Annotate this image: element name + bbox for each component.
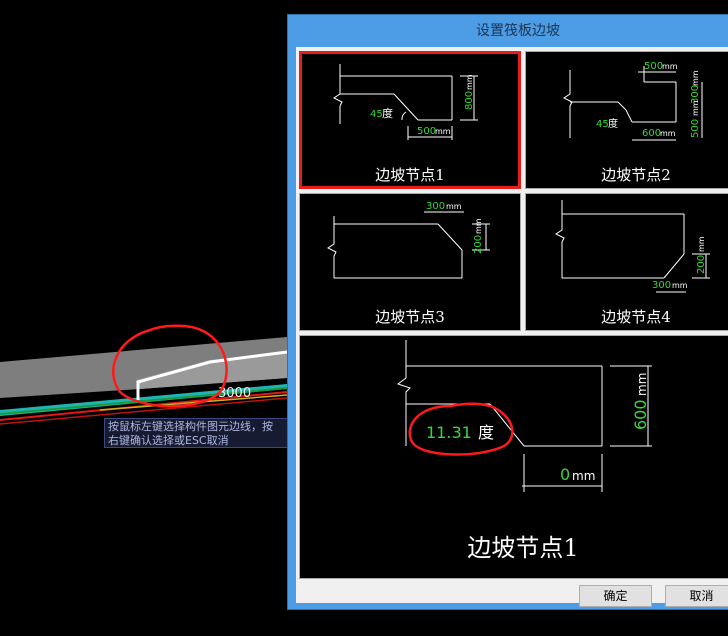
- preview-height-unit: mm: [635, 373, 649, 396]
- slope-node-2-label: 边坡节点2: [601, 166, 671, 184]
- node2-bottom-width-text: 600: [642, 128, 661, 139]
- node2-height-lower-unit: mm: [691, 100, 700, 116]
- node2-top-width-text: 500: [644, 61, 663, 72]
- slope-node-1-option[interactable]: 45 度 500 mm 800 mm 边坡节点1: [299, 51, 521, 189]
- slope-preview-label: 边坡节点1: [467, 534, 579, 562]
- node2-angle-unit: 度: [608, 117, 618, 130]
- command-hint-tooltip: 按鼠标左键选择构件图元边线，按 右键确认选择或ESC取消: [104, 418, 288, 448]
- node1-angle-text: 45: [370, 109, 383, 120]
- node3-width-text: 300: [426, 201, 445, 212]
- node1-width-unit: mm: [435, 127, 451, 136]
- hint-line-1: 按鼠标左键选择构件图元边线，按: [108, 420, 273, 433]
- node4-height-text: 200: [696, 255, 707, 274]
- node1-angle-unit: 度: [382, 106, 393, 120]
- node3-height-unit: mm: [474, 218, 483, 234]
- node2-angle-text: 45: [596, 119, 609, 130]
- preview-height-value[interactable]: 600: [631, 399, 650, 430]
- preview-angle-unit: 度: [478, 423, 494, 442]
- node4-width-text: 300: [652, 280, 671, 291]
- node3-width-unit: mm: [446, 202, 462, 211]
- slope-node-2-option[interactable]: 45 度 500 mm 600 mm 300 mm 500 mm 边坡节点2: [525, 51, 728, 189]
- node2-height-upper-unit: mm: [691, 70, 700, 86]
- slope-node-3-label: 边坡节点3: [375, 308, 445, 326]
- preview-width-value[interactable]: 0: [560, 465, 570, 484]
- node1-height-unit: mm: [465, 74, 474, 90]
- node2-height-lower-text: 500: [690, 119, 701, 138]
- slope-node-4-option[interactable]: 300 mm 200 mm 边坡节点4: [525, 193, 728, 331]
- slope-settings-dialog: 设置筏板边坡 45 度 500 mm 800 mm 边坡节点1 45 度 500…: [287, 14, 728, 610]
- node2-bottom-width-unit: mm: [660, 129, 676, 138]
- cancel-button[interactable]: 取消: [665, 585, 728, 607]
- dialog-client-area: 45 度 500 mm 800 mm 边坡节点1 45 度 500 mm 600…: [296, 47, 728, 607]
- hint-line-2: 右键确认选择或ESC取消: [108, 434, 229, 447]
- slope-node-1-label: 边坡节点1: [375, 166, 445, 184]
- preview-width-unit: mm: [572, 469, 595, 483]
- preview-angle-value[interactable]: 11.31: [426, 423, 472, 442]
- node1-height-text: 800: [464, 91, 475, 110]
- node4-height-unit: mm: [697, 236, 706, 252]
- node1-width-text: 500: [417, 126, 436, 137]
- ok-button[interactable]: 确定: [579, 585, 652, 607]
- node4-width-unit: mm: [672, 281, 688, 290]
- slope-node-4-label: 边坡节点4: [601, 308, 671, 326]
- slope-node-3-option[interactable]: 300 mm 200 mm 边坡节点3: [299, 193, 521, 331]
- dialog-title[interactable]: 设置筏板边坡: [288, 15, 728, 47]
- slope-preview-panel: 11.31 度 0 mm 600 mm 边坡节点1: [299, 335, 728, 579]
- node2-top-width-unit: mm: [662, 62, 678, 71]
- node3-height-text: 200: [473, 235, 484, 254]
